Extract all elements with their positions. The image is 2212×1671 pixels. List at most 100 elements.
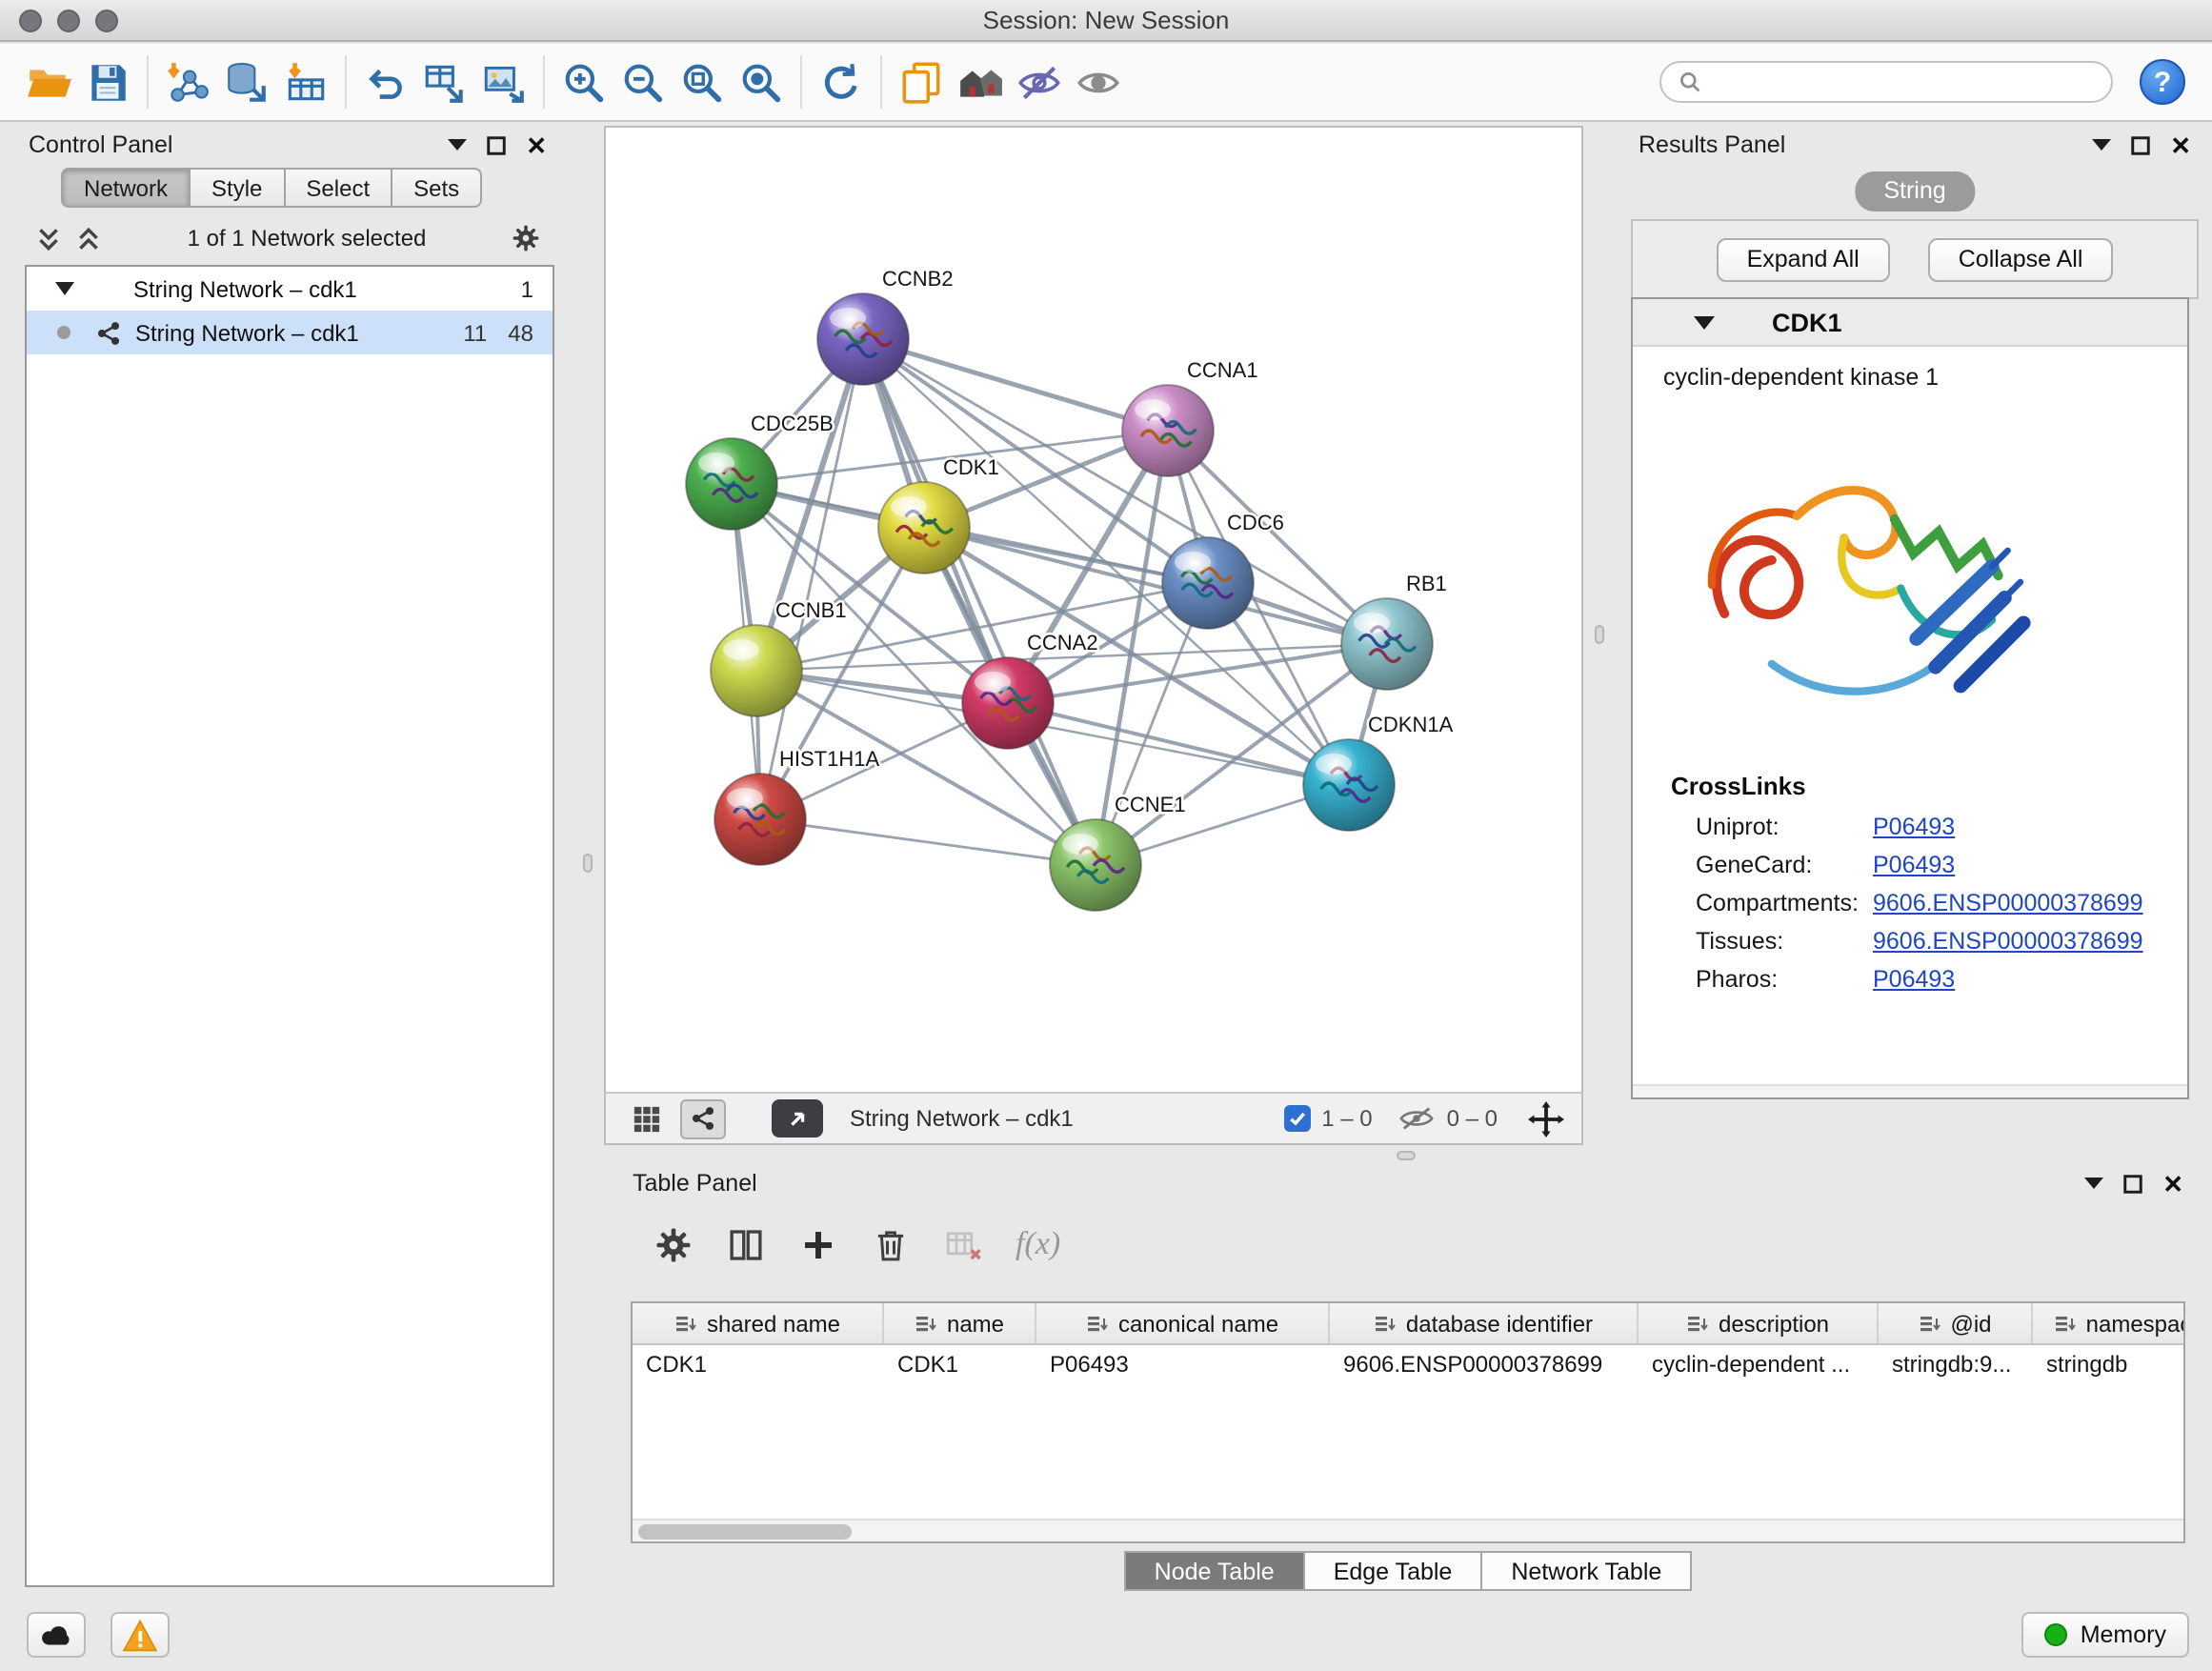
tab-style[interactable]: Style [191, 168, 285, 208]
network-node-CDC6[interactable]: CDC6 [1162, 511, 1284, 629]
crosslink-link[interactable]: P06493 [1873, 852, 1955, 878]
tab-string[interactable]: String [1855, 171, 1974, 211]
column-header-id[interactable]: @id [1879, 1303, 2033, 1343]
right-splitter-handle[interactable] [1595, 625, 1604, 644]
table-settings-gear-icon[interactable] [654, 1224, 694, 1264]
crosslink-link[interactable]: P06493 [1873, 966, 1955, 993]
import-network-from-file-button[interactable] [158, 50, 217, 113]
panel-close-icon[interactable]: ✕ [526, 132, 547, 157]
export-image-button[interactable] [474, 50, 533, 113]
network-node-CDKN1A[interactable]: CDKN1A [1303, 713, 1454, 831]
table-cell-name[interactable]: CDK1 [884, 1345, 1036, 1383]
table-row[interactable]: CDK1CDK1P064939606.ENSP00000378699cyclin… [633, 1345, 2183, 1383]
column-header-shared-name[interactable]: shared name [633, 1303, 884, 1343]
tab-select[interactable]: Select [285, 168, 392, 208]
network-node-RB1[interactable]: RB1 [1341, 572, 1447, 690]
expand-all-button[interactable]: Expand All [1717, 237, 1890, 281]
panel-close-icon[interactable]: ✕ [2170, 132, 2191, 157]
table-horizontal-scrollbar[interactable] [633, 1519, 2183, 1541]
column-header-namespac[interactable]: namespac [2033, 1303, 2185, 1343]
network-node-CDC25B[interactable]: CDC25B [686, 412, 834, 530]
expand-all-icon[interactable] [74, 224, 103, 252]
network-from-table-button[interactable] [415, 50, 474, 113]
show-columns-icon[interactable] [726, 1224, 766, 1264]
column-header-name[interactable]: name [884, 1303, 1036, 1343]
network-node-CDK1[interactable]: CDK1 [878, 455, 999, 574]
network-node-CCNB2[interactable]: CCNB2 [817, 267, 954, 385]
panel-close-icon[interactable]: ✕ [2162, 1171, 2183, 1196]
left-splitter-handle[interactable] [583, 854, 593, 873]
function-builder-button[interactable]: f(x) [1016, 1225, 1060, 1263]
network-edge[interactable] [760, 819, 1096, 865]
open-session-button[interactable] [19, 50, 78, 113]
search-input[interactable] [1711, 70, 2094, 93]
collapse-all-icon[interactable] [34, 224, 63, 252]
memory-button[interactable]: Memory [2021, 1612, 2189, 1658]
add-column-icon[interactable] [798, 1224, 838, 1264]
panel-menu-icon[interactable] [2084, 1178, 2103, 1189]
network-canvas[interactable]: CCNB2CCNA1CDC25BCDK1CDC6RB1CCNB1CCNA2CDK… [606, 128, 1581, 1092]
network-node-CCNA1[interactable]: CCNA1 [1122, 358, 1258, 476]
import-network-from-database-button[interactable] [217, 50, 276, 113]
apply-layout-button[interactable] [812, 50, 871, 113]
panel-menu-icon[interactable] [2092, 139, 2111, 151]
panel-float-icon[interactable] [2130, 134, 2151, 155]
table-cell-description[interactable]: cyclin-dependent ... [1639, 1345, 1879, 1383]
check-icon [1287, 1109, 1306, 1128]
table-cell-database-identifier[interactable]: 9606.ENSP00000378699 [1330, 1345, 1639, 1383]
tab-network-table[interactable]: Network Table [1482, 1551, 1692, 1591]
panel-float-icon[interactable] [2122, 1173, 2143, 1194]
collapse-all-button[interactable]: Collapse All [1928, 237, 2114, 281]
bottom-splitter-handle[interactable] [1397, 1151, 1416, 1160]
network-edge[interactable] [863, 339, 1168, 431]
show-style-button[interactable] [1069, 50, 1128, 113]
zoom-out-button[interactable] [613, 50, 673, 113]
tab-sets[interactable]: Sets [392, 168, 482, 208]
zoom-fit-button[interactable] [673, 50, 732, 113]
panel-menu-icon[interactable] [448, 139, 467, 151]
import-table-button[interactable] [276, 50, 335, 113]
table-cell-canonical-name[interactable]: P06493 [1036, 1345, 1330, 1383]
tab-edge-table[interactable]: Edge Table [1305, 1551, 1483, 1591]
column-header-canonical-name[interactable]: canonical name [1036, 1303, 1330, 1343]
tab-node-table[interactable]: Node Table [1124, 1551, 1305, 1591]
move-crosshair-icon[interactable] [1528, 1100, 1564, 1137]
cloud-button[interactable] [27, 1612, 86, 1658]
delete-column-icon[interactable] [871, 1224, 911, 1264]
gear-icon[interactable] [511, 223, 541, 253]
network-edge[interactable] [1008, 703, 1349, 785]
scrollbar-thumb[interactable] [638, 1524, 852, 1540]
crosslink-link[interactable]: 9606.ENSP00000378699 [1873, 890, 2143, 916]
protein-header[interactable]: CDK1 [1633, 299, 2187, 347]
table-cell-id[interactable]: stringdb:9... [1879, 1345, 2033, 1383]
network-view-button[interactable] [680, 1098, 726, 1138]
save-session-button[interactable] [78, 50, 137, 113]
selected-checkbox[interactable] [1283, 1105, 1310, 1132]
new-network-from-selection-button[interactable] [356, 50, 415, 113]
search-field[interactable] [1659, 61, 2113, 103]
table-cell-shared-name[interactable]: CDK1 [633, 1345, 884, 1383]
crosslink-link[interactable]: 9606.ENSP00000378699 [1873, 928, 2143, 955]
tab-network[interactable]: Network [61, 168, 191, 208]
copy-document-button[interactable] [892, 50, 951, 113]
grid-view-button[interactable] [623, 1098, 669, 1138]
network-collection-row[interactable]: String Network – cdk1 1 [27, 267, 553, 311]
table-cell-namespac[interactable]: stringdb [2033, 1345, 2185, 1383]
help-button[interactable]: ? [2140, 59, 2185, 105]
network-edge[interactable] [863, 339, 1096, 865]
network-node-HIST1H1A[interactable]: HIST1H1A [714, 747, 879, 865]
crosslink-link[interactable]: P06493 [1873, 814, 1955, 840]
results-scrollbar[interactable] [1633, 1084, 2187, 1097]
warnings-button[interactable] [111, 1612, 170, 1658]
collapse-section-icon[interactable] [1694, 316, 1715, 330]
zoom-in-button[interactable] [554, 50, 613, 113]
home-button[interactable] [951, 50, 1010, 113]
network-row-selected[interactable]: String Network – cdk1 11 48 [27, 311, 553, 354]
column-header-database-identifier[interactable]: database identifier [1330, 1303, 1639, 1343]
column-header-description[interactable]: description [1639, 1303, 1879, 1343]
detach-view-button[interactable] [772, 1099, 823, 1137]
tree-expand-icon[interactable] [55, 282, 74, 295]
hide-style-button[interactable] [1010, 50, 1069, 113]
panel-float-icon[interactable] [486, 134, 507, 155]
zoom-selected-button[interactable] [732, 50, 791, 113]
